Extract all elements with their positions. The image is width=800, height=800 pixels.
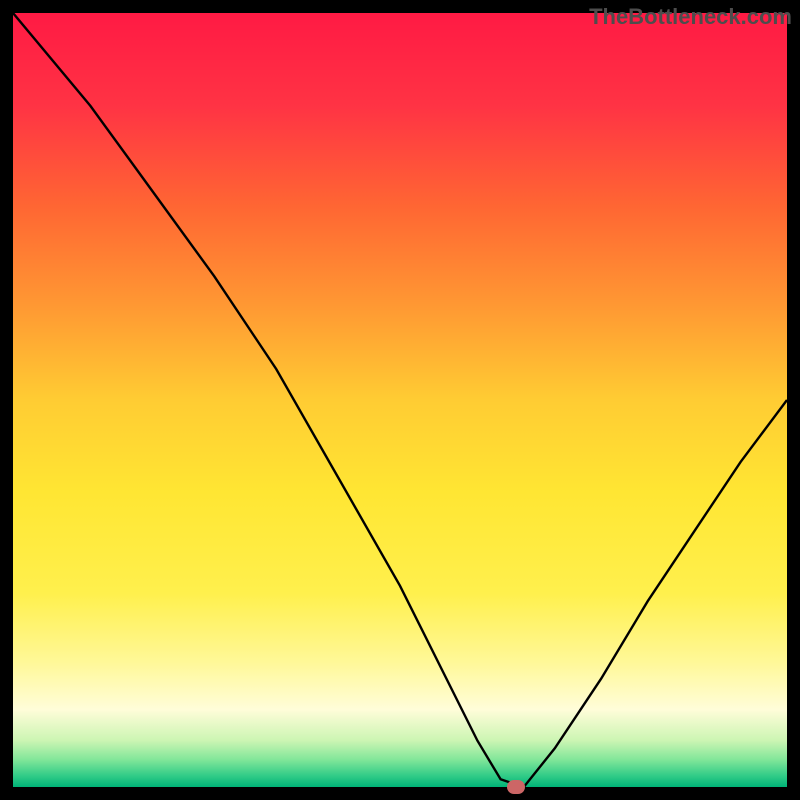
chart-svg [13, 13, 787, 787]
watermark-text: TheBottleneck.com [589, 4, 792, 30]
bottleneck-chart [13, 13, 787, 787]
optimal-point-marker [507, 780, 525, 794]
chart-background-gradient [13, 13, 787, 787]
